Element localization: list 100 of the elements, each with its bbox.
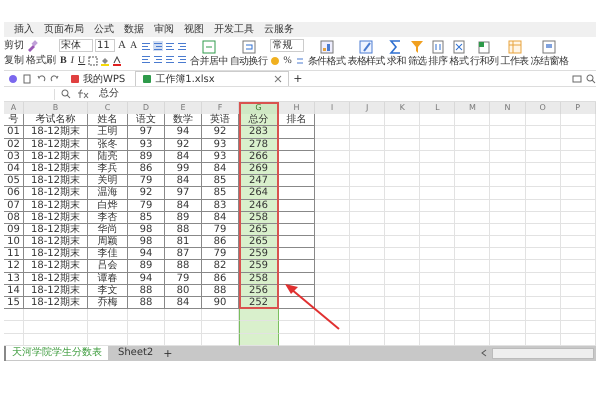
toolbar-button[interactable]: 表格样式 [347, 39, 385, 68]
font-size-select[interactable]: 11 [95, 39, 115, 52]
column-header[interactable]: E [165, 102, 202, 114]
document-tab[interactable]: 我的WPS [64, 72, 132, 86]
table-cell [279, 150, 315, 163]
format-painter-button[interactable]: 格式刷 [26, 54, 56, 66]
toolbar-button[interactable]: 排序 [428, 39, 448, 68]
cut-button[interactable]: 剪切 [4, 40, 24, 52]
column-header[interactable]: K [385, 102, 420, 114]
sheet-tab[interactable]: 天河学院学生分数表 [6, 346, 108, 360]
toolbar-button[interactable]: 自动换行 [230, 39, 268, 68]
table-cell: 84 [202, 162, 239, 176]
toolbar-button[interactable]: 格式 [449, 39, 468, 68]
font-select[interactable]: 宋体 [59, 39, 93, 52]
add-sheet-button[interactable]: + [163, 346, 172, 360]
table-cell: 白烨 [88, 200, 128, 212]
border-icon[interactable] [88, 56, 98, 66]
table-cell: 89 [128, 150, 165, 163]
column-header[interactable]: L [420, 102, 456, 114]
table-cell [385, 284, 420, 297]
fill-color-icon[interactable] [100, 56, 110, 66]
new-tab-button[interactable]: + [293, 72, 302, 85]
ribbon-tab[interactable]: 公式 [94, 24, 114, 36]
chart-icon [318, 39, 335, 55]
align-icon[interactable] [177, 41, 188, 51]
column-header[interactable]: A [4, 102, 24, 114]
font-color-icon[interactable] [112, 56, 122, 66]
table-cell [455, 321, 490, 334]
align-icon[interactable] [165, 54, 176, 64]
sheet-tab[interactable]: Sheet2 [112, 346, 160, 360]
function-icon[interactable] [77, 89, 89, 99]
toolbar-button[interactable]: 条件格式 [308, 39, 346, 68]
column-header[interactable]: D [128, 102, 165, 114]
toolbar-button[interactable]: 筛选 [408, 39, 427, 68]
grow-font-button[interactable]: A [117, 40, 127, 51]
bold-button[interactable]: B [59, 55, 68, 66]
column-header[interactable]: F [202, 102, 239, 114]
column-header[interactable]: I [315, 102, 350, 114]
toolbar-button[interactable]: 工作表 [500, 39, 529, 68]
table-cell: 89 [128, 260, 165, 273]
column-header[interactable]: M [455, 102, 490, 114]
underline-button[interactable]: U [77, 55, 86, 66]
ribbon-tab[interactable]: 云服务 [264, 24, 294, 36]
brush-icon[interactable] [26, 40, 38, 52]
table-cell [4, 309, 24, 322]
ribbon-tab[interactable]: 数据 [124, 24, 144, 36]
percent-button[interactable]: % [282, 55, 293, 66]
horizontal-scrollbar[interactable] [492, 348, 594, 359]
table-cell [560, 187, 596, 200]
redo-icon[interactable] [50, 74, 60, 84]
table-cell [315, 321, 350, 334]
table-cell: 18-12期末 [24, 248, 88, 260]
number-format-select[interactable]: 常规 [270, 39, 304, 52]
table-cell [455, 187, 490, 200]
align-icon[interactable] [153, 41, 164, 51]
toolbar-button[interactable]: 冻结窗格 [530, 39, 568, 68]
column-header[interactable]: B [24, 102, 88, 114]
column-header[interactable]: C [88, 102, 128, 114]
shrink-font-button[interactable]: A [128, 40, 138, 51]
table-cell [350, 297, 386, 310]
table-cell [560, 175, 596, 188]
toolbar-button[interactable]: 求和 [386, 39, 406, 68]
table-cell [279, 187, 315, 200]
formula-field[interactable]: 总分 [95, 88, 596, 100]
column-header[interactable]: P [560, 102, 596, 114]
toolbar-button[interactable]: 合并居中 [190, 39, 228, 68]
window-icon[interactable] [572, 74, 582, 84]
table-cell [526, 321, 561, 334]
align-icon[interactable] [141, 41, 152, 51]
copy-button[interactable]: 复制 [4, 54, 24, 66]
table-cell [279, 297, 315, 310]
search-icon[interactable] [586, 74, 596, 84]
table-cell: 83 [202, 200, 239, 212]
column-header[interactable]: J [350, 102, 386, 114]
table-cell: 18-12期末 [24, 272, 88, 285]
align-icon[interactable] [177, 54, 188, 64]
column-header[interactable]: N [490, 102, 526, 114]
undo-icon[interactable] [36, 74, 46, 84]
table-cell [385, 224, 420, 236]
column-header[interactable]: H [279, 102, 315, 114]
search-icon[interactable] [61, 89, 71, 99]
table-cell [490, 212, 526, 224]
toolbar-button[interactable]: 行和列 [470, 39, 498, 68]
ribbon-tab[interactable]: 页面布局 [44, 24, 84, 36]
align-icon[interactable] [165, 41, 176, 51]
ribbon-tab[interactable]: 开发工具 [214, 24, 254, 36]
ribbon-tab[interactable]: 插入 [14, 24, 34, 36]
column-header[interactable]: O [526, 102, 561, 114]
scroll-left-icon[interactable] [480, 349, 488, 358]
italic-button[interactable]: I [70, 55, 76, 66]
table-cell [385, 272, 420, 285]
ribbon-tab[interactable]: 审阅 [154, 24, 174, 36]
table-cell [385, 248, 420, 260]
table-cell [315, 114, 350, 126]
page-icon[interactable] [22, 74, 32, 84]
align-icon[interactable] [153, 54, 164, 64]
align-icon[interactable] [141, 54, 152, 64]
ribbon-tab[interactable]: 视图 [184, 24, 204, 36]
close-icon[interactable] [274, 75, 282, 83]
document-tab[interactable]: 工作簿1.xlsx [135, 71, 290, 86]
